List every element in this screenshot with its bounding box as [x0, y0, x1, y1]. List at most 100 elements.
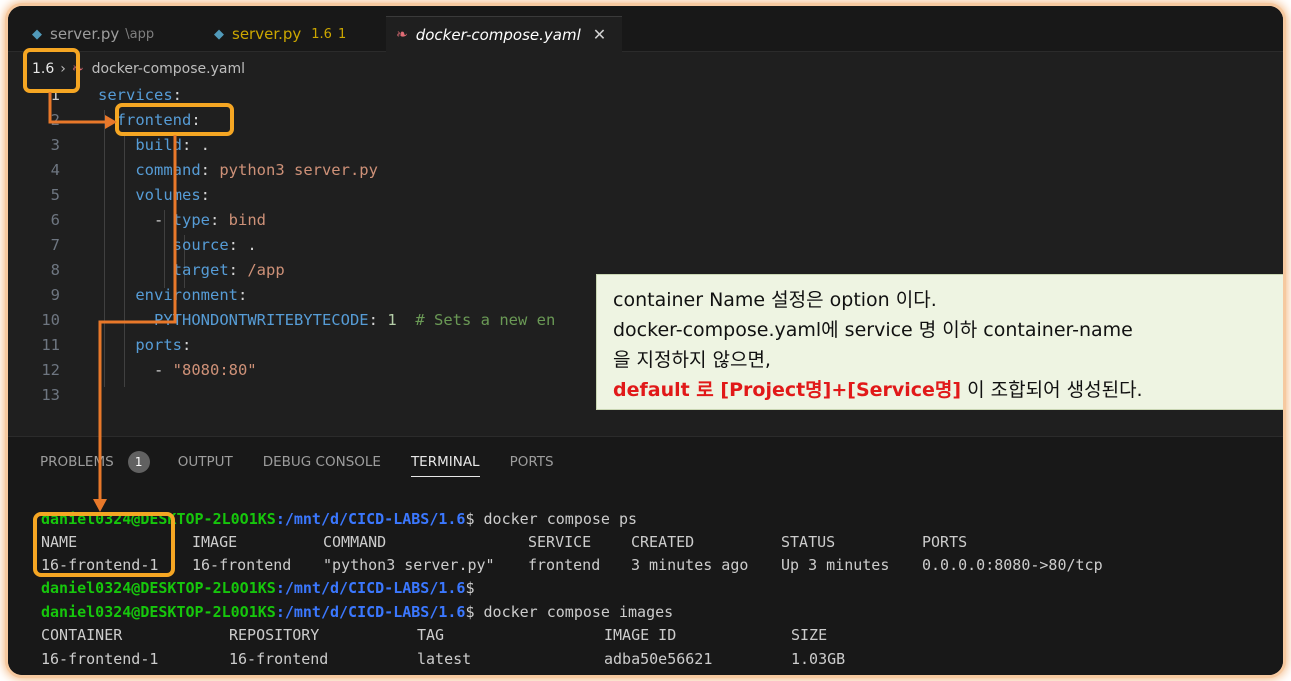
- code-line[interactable]: 5 volumes:: [8, 182, 210, 207]
- tab-output[interactable]: OUTPUT: [178, 447, 233, 477]
- ps-cell-created: 3 minutes ago: [631, 555, 749, 574]
- code-text: volumes:: [72, 186, 210, 204]
- ps-header-image: IMAGE: [192, 532, 238, 551]
- tab-path-suffix: \app: [125, 26, 155, 42]
- images-cell-tag: latest: [417, 649, 472, 668]
- code-token: command: [135, 160, 201, 179]
- ps-cell-command: "python3 server.py": [323, 555, 495, 574]
- ps-cell-service: frontend: [528, 555, 601, 574]
- code-token: "8080:80": [172, 360, 257, 379]
- code-line[interactable]: 1 services:: [8, 82, 182, 107]
- terminal-prompt-line: daniel0324@DESKTOP-2L0O1KS:/mnt/d/CICD-L…: [41, 576, 475, 599]
- code-text: - type: bind: [72, 211, 266, 229]
- code-line[interactable]: 3 build: .: [8, 132, 210, 157]
- line-number: 10: [41, 310, 60, 329]
- code-token: :: [228, 260, 248, 279]
- code-token: volumes: [135, 185, 201, 204]
- line-number: 11: [41, 335, 60, 354]
- code-token: :: [172, 85, 182, 104]
- code-line[interactable]: 10 PYTHONDONTWRITEBYTECODE: 1 # Sets a n…: [8, 307, 555, 332]
- code-line[interactable]: 2 frontend:: [8, 107, 201, 132]
- code-token: :: [191, 110, 201, 129]
- images-header-container: CONTAINER: [41, 625, 123, 644]
- callout-line-emphasis: default 로 [Project명]+[Service명] 이 조합되어 생…: [613, 375, 1271, 405]
- code-line[interactable]: 4 command: python3 server.py: [8, 157, 378, 182]
- code-line[interactable]: 9 environment:: [8, 282, 248, 307]
- close-icon[interactable]: ✕: [593, 25, 606, 44]
- code-text: services:: [72, 86, 182, 104]
- prompt-symbol: $: [465, 602, 475, 621]
- ps-header-command: COMMAND: [323, 532, 387, 551]
- tab-label: server.py: [232, 25, 302, 43]
- tab-folder-badge: 1.6: [311, 26, 332, 42]
- code-text: - "8080:80": [72, 361, 257, 379]
- code-token: environment: [135, 285, 238, 304]
- line-number: 8: [50, 260, 60, 279]
- images-header-row: CONTAINER REPOSITORY TAG IMAGE ID SIZE: [41, 623, 1241, 646]
- callout-red-text: default 로 [Project명]+[Service명]: [613, 379, 962, 401]
- tab-problems-label: PROBLEMS: [40, 454, 114, 470]
- ps-header-status: STATUS: [781, 532, 836, 551]
- tab-problems[interactable]: PROBLEMS: [40, 447, 114, 477]
- code-line[interactable]: 7 source: .: [8, 232, 257, 257]
- prompt-symbol: $: [465, 509, 475, 528]
- code-token: : .: [182, 135, 210, 154]
- code-line[interactable]: 6 - type: bind: [8, 207, 266, 232]
- code-token: services: [98, 85, 173, 104]
- code-token: :: [209, 210, 229, 229]
- docker-file-icon: ❧: [396, 26, 408, 43]
- images-header-image-id: IMAGE ID: [604, 625, 677, 644]
- prompt-user: daniel0324@DESKTOP-2L0O1KS: [41, 578, 276, 597]
- problems-count-badge: 1: [127, 451, 150, 473]
- images-header-tag: TAG: [417, 625, 445, 644]
- code-line[interactable]: 13: [8, 382, 98, 407]
- tab-debug-console-label: DEBUG CONSOLE: [262, 454, 381, 470]
- ps-header-service: SERVICE: [528, 532, 592, 551]
- tab-ports[interactable]: PORTS: [510, 447, 554, 477]
- editor-tab-bar: ◆ server.py \app ◆ server.py 1.6 1 ❧ doc…: [8, 6, 1283, 52]
- tab-debug-console[interactable]: DEBUG CONSOLE: [263, 447, 381, 477]
- code-line[interactable]: 11 ports:: [8, 332, 191, 357]
- images-header-repository: REPOSITORY: [229, 625, 320, 644]
- callout-line: container Name 설정은 option 이다.: [613, 289, 937, 311]
- line-number: 3: [50, 135, 60, 154]
- code-text: command: python3 server.py: [72, 161, 378, 179]
- tab-server-py-app[interactable]: ◆ server.py \app: [22, 16, 202, 52]
- tab-docker-compose-yaml[interactable]: ❧ docker-compose.yaml ✕: [386, 16, 622, 52]
- tab-ports-label: PORTS: [509, 454, 554, 470]
- code-token: 1: [387, 310, 397, 329]
- code-line[interactable]: 12 - "8080:80": [8, 357, 257, 382]
- breadcrumb: 1.6 › ❧ docker-compose.yaml: [32, 58, 245, 80]
- tab-terminal[interactable]: TERMINAL: [410, 447, 480, 477]
- code-token: -: [98, 210, 173, 229]
- prompt-user: daniel0324@DESKTOP-2L0O1KS: [41, 509, 276, 528]
- images-cell-container: 16-frontend-1: [41, 649, 159, 668]
- screenshot-frame: ◆ server.py \app ◆ server.py 1.6 1 ❧ doc…: [8, 6, 1283, 675]
- callout-rest-text: 이 조합되어 생성된다.: [961, 379, 1143, 401]
- code-token: :: [237, 285, 248, 304]
- breadcrumb-file[interactable]: docker-compose.yaml: [92, 61, 245, 77]
- code-line[interactable]: 8 target: /app: [8, 257, 285, 282]
- prompt-path: :/mnt/d/CICD-LABS/1.6: [275, 602, 466, 621]
- ps-header-ports: PORTS: [922, 532, 968, 551]
- line-number: 7: [50, 235, 60, 254]
- terminal-prompt-line: daniel0324@DESKTOP-2L0O1KS:/mnt/d/CICD-L…: [41, 507, 637, 530]
- ps-cell-status: Up 3 minutes: [781, 555, 890, 574]
- images-cell-size: 1.03GB: [791, 649, 846, 668]
- code-token: bind: [228, 210, 266, 229]
- breadcrumb-folder[interactable]: 1.6: [32, 61, 54, 77]
- terminal-prompt-line: daniel0324@DESKTOP-2L0O1KS:/mnt/d/CICD-L…: [41, 600, 673, 623]
- ps-header-created: CREATED: [631, 532, 695, 551]
- tab-label: server.py: [50, 25, 120, 43]
- tab-server-py-1-6[interactable]: ◆ server.py 1.6 1: [204, 16, 384, 52]
- tab-output-label: OUTPUT: [177, 454, 233, 470]
- code-token: :: [368, 310, 388, 329]
- prompt-path: :/mnt/d/CICD-LABS/1.6: [275, 578, 466, 597]
